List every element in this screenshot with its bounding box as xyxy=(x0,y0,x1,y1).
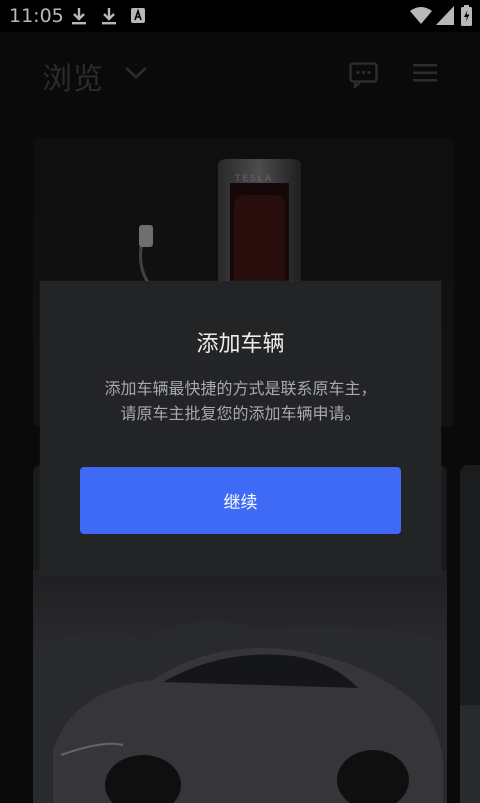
dialog-message-line: 添加车辆最快捷的方式是联系原车主， xyxy=(104,379,377,398)
add-vehicle-dialog: 添加车辆 添加车辆最快捷的方式是联系原车主， 请原车主批复您的添加车辆申请。 继… xyxy=(40,281,441,574)
continue-button[interactable]: 继续 xyxy=(80,467,401,534)
dialog-message-line: 请原车主批复您的添加车辆申请。 xyxy=(120,404,361,423)
dialog-title: 添加车辆 xyxy=(196,332,285,357)
dialog-message: 添加车辆最快捷的方式是联系原车主， 请原车主批复您的添加车辆申请。 xyxy=(70,376,411,426)
